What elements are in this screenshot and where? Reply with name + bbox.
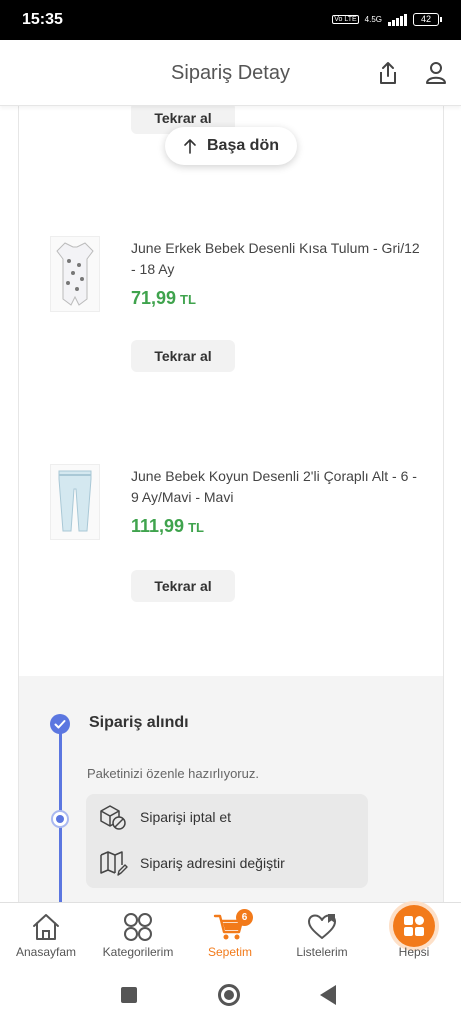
tab-label: Hepsi (398, 945, 430, 959)
system-navigation-bar (0, 966, 461, 1024)
map-edit-icon (100, 851, 128, 876)
hepsi-icon-wrap (368, 905, 460, 947)
network-type: 4.5G (364, 14, 382, 24)
tab-label: Listelerim (296, 945, 348, 959)
back-to-top-label: Başa dön (206, 137, 279, 154)
tab-label: Sepetim (207, 945, 253, 959)
hepsi-icon (393, 905, 435, 947)
battery-icon: 42 (413, 13, 442, 26)
order-detail-content[interactable]: Tekrar al June Erkek Bebek Desenli Kısa … (0, 106, 461, 902)
home-icon (0, 911, 92, 943)
timeline-dot-icon (51, 810, 69, 828)
cart-badge: 6 (236, 909, 253, 926)
tab-anasayfam[interactable]: Anasayfam (0, 903, 92, 967)
change-address-label: Sipariş adresini değiştir (140, 855, 285, 871)
tab-label: Anasayfam (15, 945, 77, 959)
app-header: Sipariş Detay (0, 40, 461, 106)
cart-icon (184, 911, 276, 943)
reorder-button[interactable]: Tekrar al (131, 340, 235, 372)
tab-kategorilerim[interactable]: Kategorilerim (92, 903, 184, 967)
cancel-order-label: Siparişi iptal et (140, 809, 232, 825)
volte-icon: Vo LTE (332, 15, 359, 24)
tab-hepsi[interactable]: Hepsi (368, 903, 460, 967)
product-image[interactable] (50, 236, 100, 312)
home-button-icon[interactable] (218, 984, 240, 1006)
price-value: 111,99 (131, 516, 185, 536)
recent-apps-icon[interactable] (121, 987, 137, 1003)
product-price: 71,99 TL (131, 288, 196, 309)
order-actions: Siparişi iptal et Sipariş adresini değiş… (86, 794, 368, 888)
arrow-up-icon (184, 139, 196, 154)
heart-list-icon (276, 911, 368, 943)
user-icon[interactable] (424, 60, 448, 86)
status-icons: Vo LTE 4.5G 42 (332, 13, 442, 26)
order-status-timeline: Sipariş alındı Paketinizi özenle hazırlı… (19, 676, 443, 902)
share-icon[interactable] (376, 60, 400, 86)
price-value: 71,99 (131, 288, 177, 308)
status-bar: 15:35 Vo LTE 4.5G 42 (0, 0, 461, 40)
status-time: 15:35 (22, 11, 63, 28)
tab-listelerim[interactable]: Listelerim (276, 903, 368, 967)
change-address-button[interactable]: Sipariş adresini değiştir (98, 848, 285, 878)
cancel-order-button[interactable]: Siparişi iptal et (98, 802, 231, 832)
status-title: Sipariş alındı (89, 714, 189, 731)
product-name[interactable]: June Bebek Koyun Desenli 2'li Çoraplı Al… (131, 466, 427, 508)
tab-sepetim[interactable]: 6 Sepetim (184, 903, 276, 967)
cancel-box-icon (100, 805, 126, 830)
status-subtitle: Paketinizi özenle hazırlıyoruz. (87, 766, 259, 781)
price-currency: TL (180, 292, 196, 307)
back-icon[interactable] (320, 985, 336, 1005)
tab-label: Kategorilerim (102, 945, 174, 959)
product-price: 111,99 TL (131, 516, 204, 537)
back-to-top-button[interactable]: Başa dön (165, 127, 297, 165)
product-image[interactable] (50, 464, 100, 540)
bottom-tab-bar: Anasayfam Kategorilerim 6 Sepetim Listel… (0, 902, 461, 966)
check-circle-icon (50, 714, 70, 734)
reorder-button[interactable]: Tekrar al (131, 570, 235, 602)
product-name[interactable]: June Erkek Bebek Desenli Kısa Tulum - Gr… (131, 238, 427, 280)
categories-icon (92, 911, 184, 943)
signal-icon (388, 13, 407, 26)
price-currency: TL (188, 520, 204, 535)
